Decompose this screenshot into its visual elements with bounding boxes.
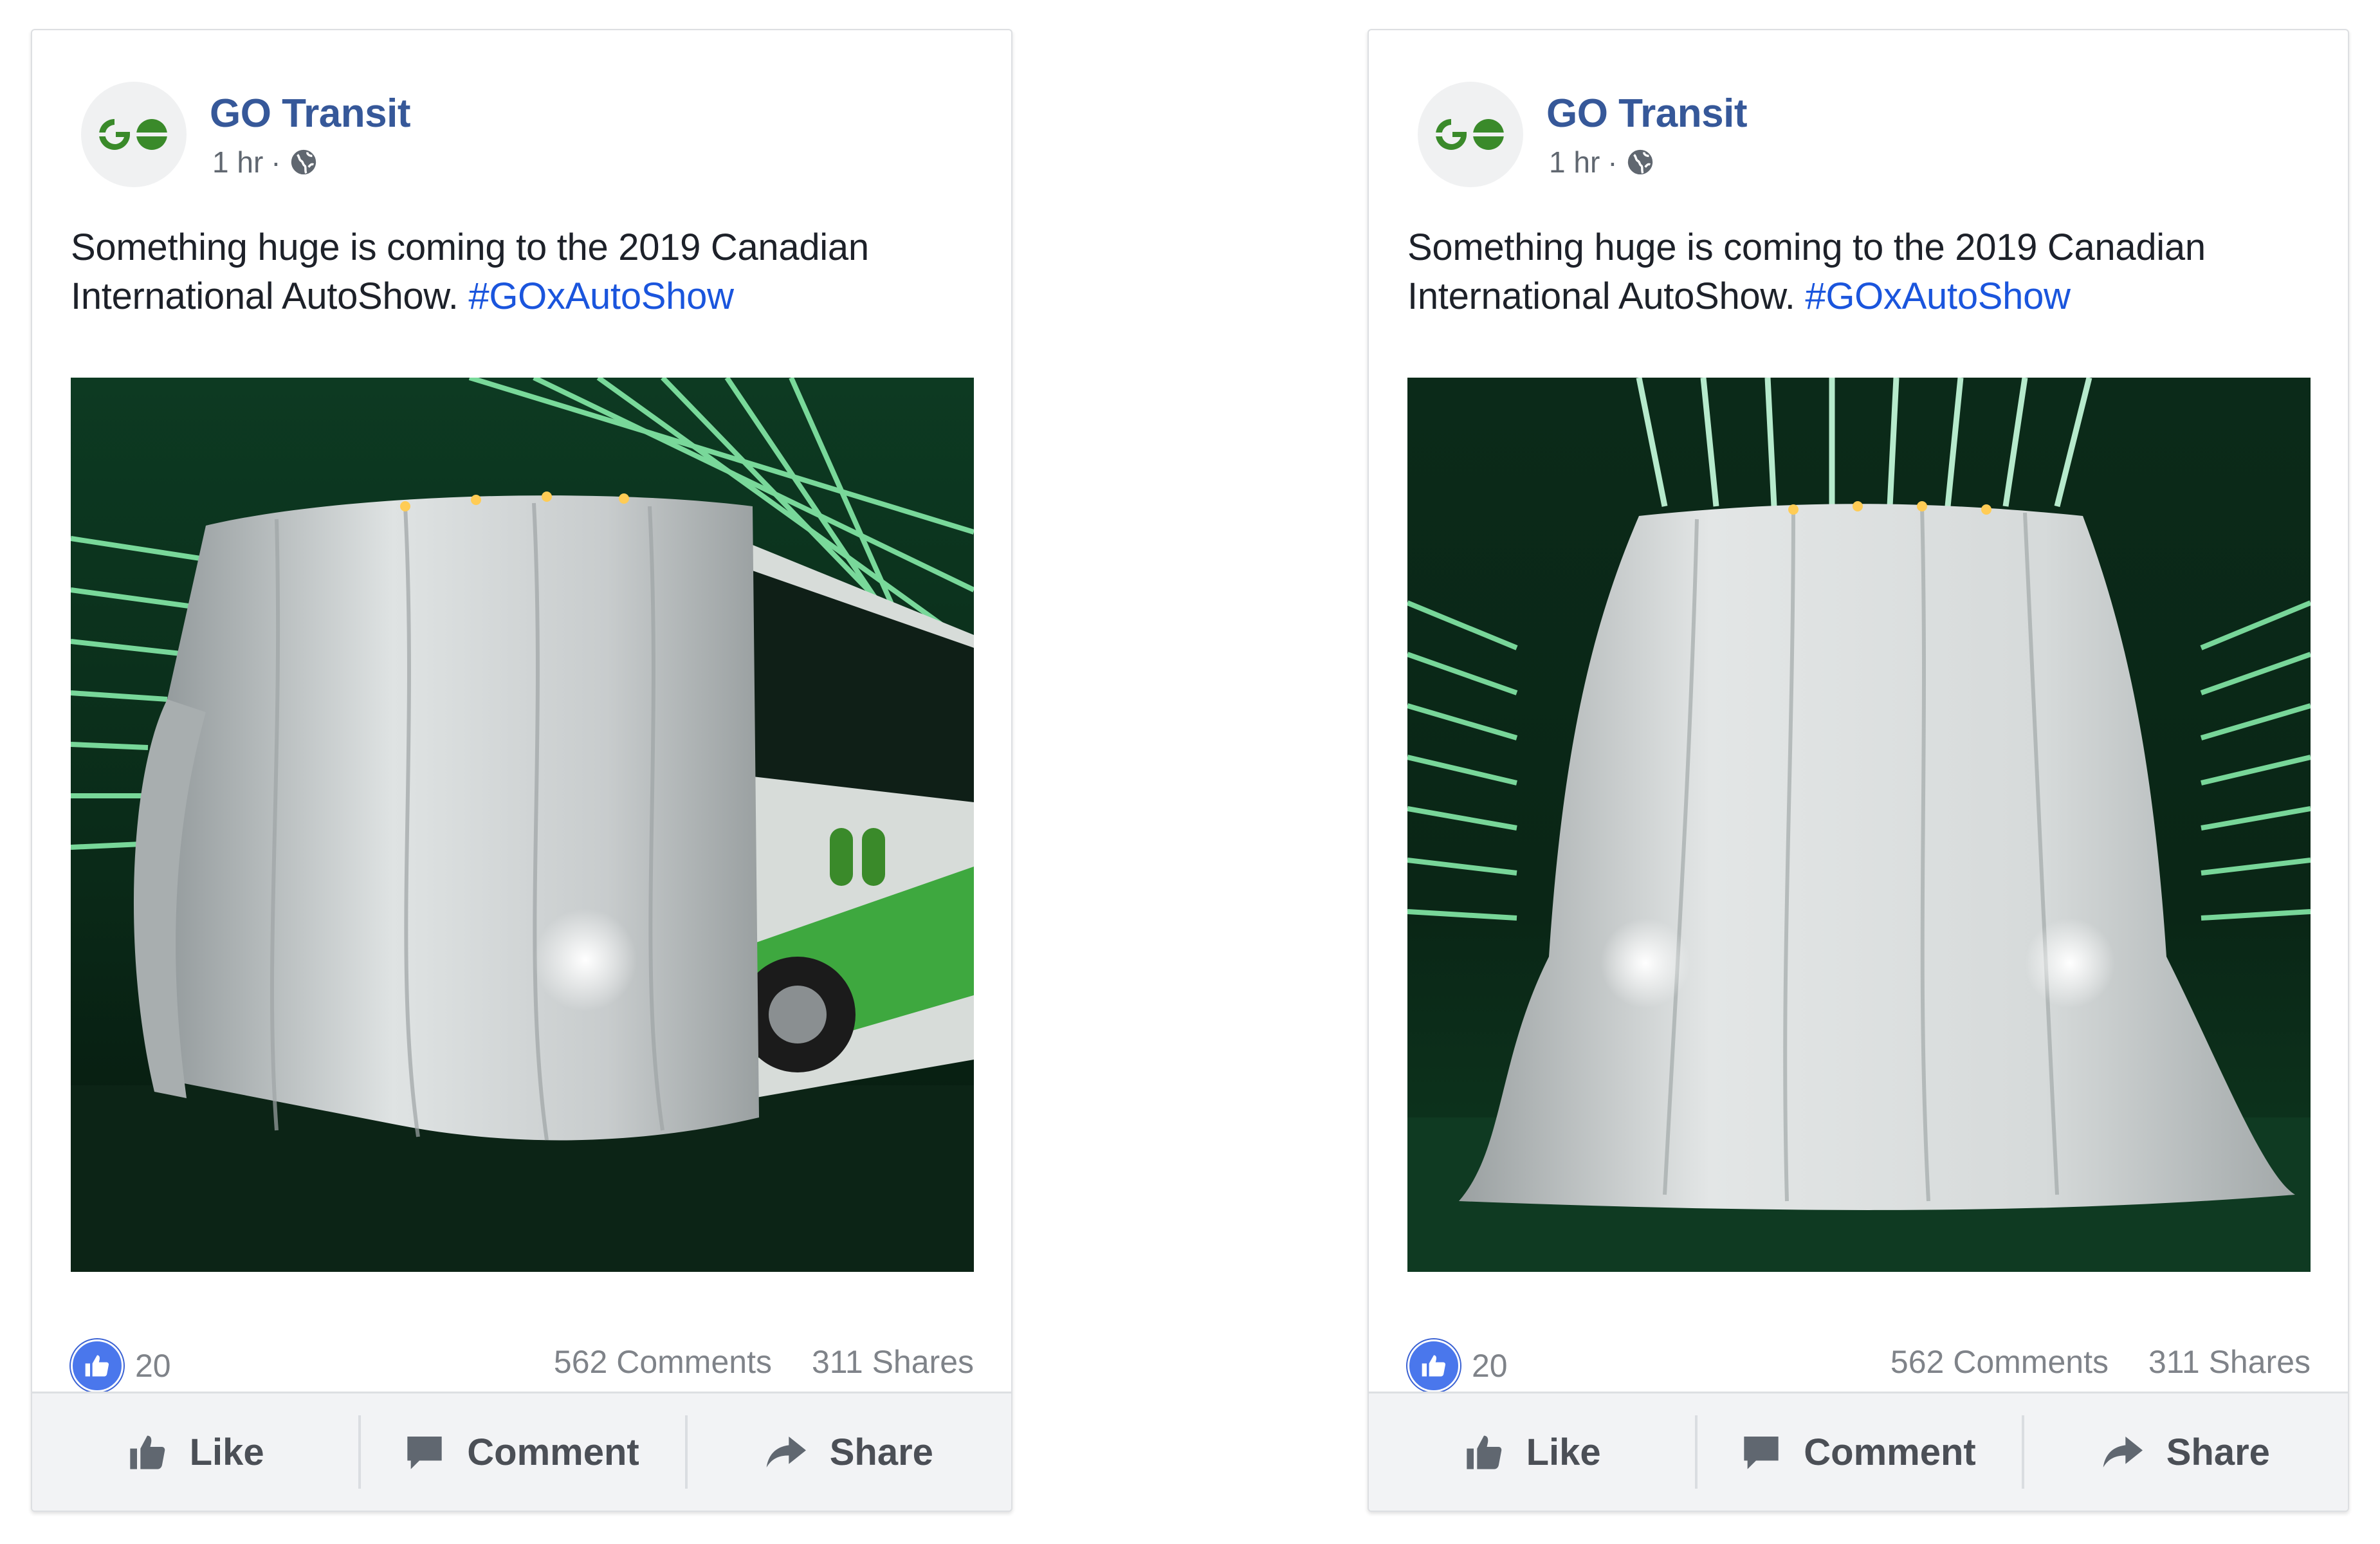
post-meta: 1 hr ·	[1549, 145, 1655, 179]
comment-count-link[interactable]: 562 Comments	[554, 1343, 772, 1381]
meta-separator: ·	[271, 145, 281, 179]
avatar[interactable]	[1418, 82, 1523, 187]
hashtag-link[interactable]: #GOxAutoShow	[468, 275, 734, 317]
covered-bus-image	[71, 378, 974, 1272]
share-label: Share	[2166, 1431, 2270, 1473]
share-button[interactable]: Share	[684, 1393, 1011, 1511]
avatar[interactable]	[81, 82, 187, 187]
share-button[interactable]: Share	[2021, 1393, 2348, 1511]
facebook-post: GO Transit 1 hr · Something huge is comi…	[31, 29, 1012, 1512]
reaction-count: 20	[135, 1348, 171, 1384]
thumbs-up-icon	[129, 1435, 165, 1469]
covered-bus-image	[1407, 378, 2311, 1272]
go-transit-logo-icon	[95, 119, 167, 150]
action-bar: Like Comment Share	[1369, 1392, 2348, 1511]
share-count-link[interactable]: 311 Shares	[2148, 1343, 2311, 1381]
page-name-link[interactable]: GO Transit	[1546, 91, 1747, 136]
post-photo[interactable]	[1407, 378, 2311, 1272]
share-count-link[interactable]: 311 Shares	[812, 1343, 974, 1381]
share-arrow-icon	[2103, 1437, 2143, 1467]
facebook-post: GO Transit 1 hr · Something huge is comi…	[1368, 29, 2349, 1512]
like-label: Like	[189, 1431, 264, 1473]
engagement-counts: 562 Comments 311 Shares	[1890, 1343, 2311, 1381]
like-button[interactable]: Like	[1369, 1393, 1695, 1511]
post-timestamp[interactable]: 1 hr	[212, 145, 263, 179]
comment-label: Comment	[467, 1431, 639, 1473]
globe-icon	[291, 149, 316, 175]
post-meta: 1 hr ·	[212, 145, 318, 179]
comment-count-link[interactable]: 562 Comments	[1890, 1343, 2109, 1381]
post-stats: 20 562 Comments 311 Shares	[1407, 1339, 2311, 1392]
post-photo[interactable]	[71, 378, 974, 1272]
like-reaction-icon	[71, 1339, 124, 1392]
hashtag-link[interactable]: #GOxAutoShow	[1805, 275, 2071, 317]
go-transit-logo-icon	[1432, 119, 1504, 150]
comment-icon	[407, 1437, 442, 1469]
like-button[interactable]: Like	[32, 1393, 358, 1511]
comment-icon	[1744, 1437, 1779, 1469]
page-name-link[interactable]: GO Transit	[210, 91, 410, 136]
meta-separator: ·	[1607, 145, 1618, 179]
comment-label: Comment	[1804, 1431, 1976, 1473]
comment-button[interactable]: Comment	[358, 1393, 684, 1511]
post-timestamp[interactable]: 1 hr	[1549, 145, 1600, 179]
post-stats: 20 562 Comments 311 Shares	[71, 1339, 974, 1392]
share-label: Share	[829, 1431, 933, 1473]
share-arrow-icon	[766, 1437, 806, 1467]
post-text: Something huge is coming to the 2019 Can…	[71, 223, 971, 321]
comment-button[interactable]: Comment	[1695, 1393, 2021, 1511]
like-label: Like	[1526, 1431, 1601, 1473]
engagement-counts: 562 Comments 311 Shares	[554, 1343, 974, 1381]
reaction-count: 20	[1472, 1348, 1508, 1384]
thumbs-up-icon	[1466, 1435, 1501, 1469]
reaction-summary[interactable]: 20	[1407, 1339, 1508, 1392]
globe-icon	[1627, 149, 1652, 175]
post-text: Something huge is coming to the 2019 Can…	[1407, 223, 2308, 321]
reaction-summary[interactable]: 20	[71, 1339, 171, 1392]
action-bar: Like Comment Share	[32, 1392, 1011, 1511]
like-reaction-icon	[1407, 1339, 1460, 1392]
